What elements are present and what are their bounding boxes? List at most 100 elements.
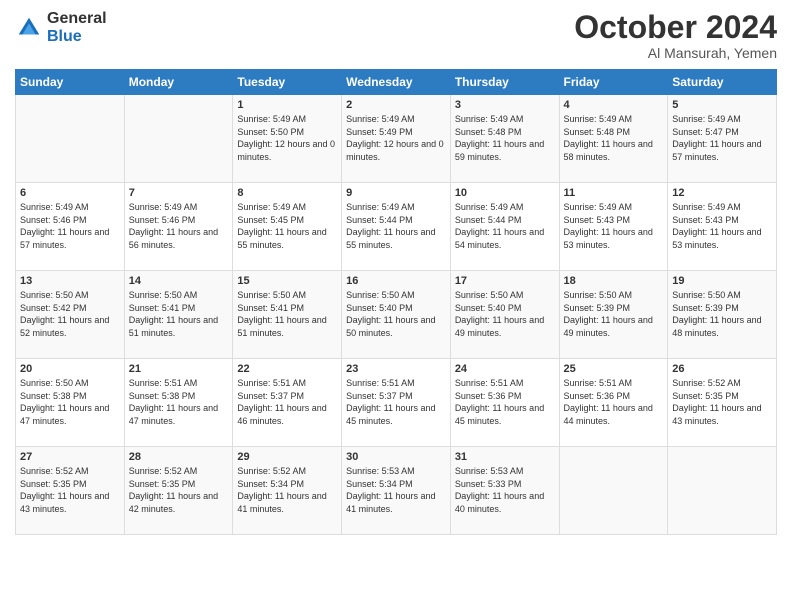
calendar-day-cell: 9Sunrise: 5:49 AM Sunset: 5:44 PM Daylig… [342, 183, 451, 271]
day-number: 5 [672, 99, 772, 111]
column-header-wednesday: Wednesday [342, 70, 451, 95]
calendar-day-cell: 25Sunrise: 5:51 AM Sunset: 5:36 PM Dayli… [559, 359, 668, 447]
day-info: Sunrise: 5:52 AM Sunset: 5:34 PM Dayligh… [237, 465, 337, 515]
day-number: 24 [455, 363, 555, 375]
day-info: Sunrise: 5:53 AM Sunset: 5:34 PM Dayligh… [346, 465, 446, 515]
calendar-day-cell: 14Sunrise: 5:50 AM Sunset: 5:41 PM Dayli… [124, 271, 233, 359]
day-info: Sunrise: 5:51 AM Sunset: 5:36 PM Dayligh… [455, 377, 555, 427]
day-info: Sunrise: 5:50 AM Sunset: 5:38 PM Dayligh… [20, 377, 120, 427]
day-info: Sunrise: 5:51 AM Sunset: 5:37 PM Dayligh… [346, 377, 446, 427]
column-header-sunday: Sunday [16, 70, 125, 95]
calendar-day-cell: 6Sunrise: 5:49 AM Sunset: 5:46 PM Daylig… [16, 183, 125, 271]
calendar-day-cell: 29 Sunrise: 5:52 AM Sunset: 5:34 PM Dayli… [233, 447, 342, 535]
day-number: 30 [346, 451, 446, 463]
calendar-day-cell: 10 Sunrise: 5:49 AM Sunset: 5:44 PM Dayli… [450, 183, 559, 271]
day-info: Sunrise: 5:49 AM Sunset: 5:46 PM Dayligh… [129, 201, 229, 251]
column-header-tuesday: Tuesday [233, 70, 342, 95]
day-info: Sunrise: 5:50 AM Sunset: 5:40 PM Dayligh… [346, 289, 446, 339]
day-number: 21 [129, 363, 229, 375]
calendar-day-cell: 22 Sunrise: 5:51 AM Sunset: 5:37 PM Dayli… [233, 359, 342, 447]
calendar-week-row: 13 Sunrise: 5:50 AM Sunset: 5:42 PM Dayli… [16, 271, 777, 359]
calendar-day-cell: 16 Sunrise: 5:50 AM Sunset: 5:40 PM Dayli… [342, 271, 451, 359]
calendar-table: SundayMondayTuesdayWednesdayThursdayFrid… [15, 69, 777, 535]
day-number: 18 [564, 275, 664, 287]
calendar-day-cell: 26 Sunrise: 5:52 AM Sunset: 5:35 PM Dayli… [668, 359, 777, 447]
day-info: Sunrise: 5:49 AM Sunset: 5:50 PM Dayligh… [237, 113, 337, 163]
calendar-day-cell: 1 Sunrise: 5:49 AM Sunset: 5:50 PM Daylig… [233, 95, 342, 183]
logo-icon [15, 14, 43, 42]
calendar-day-cell: 15Sunrise: 5:50 AM Sunset: 5:41 PM Dayli… [233, 271, 342, 359]
calendar-day-cell: 12 Sunrise: 5:49 AM Sunset: 5:43 PM Dayli… [668, 183, 777, 271]
page: General Blue October 2024 Al Mansurah, Y… [0, 0, 792, 612]
calendar-header-row: SundayMondayTuesdayWednesdayThursdayFrid… [16, 70, 777, 95]
day-info: Sunrise: 5:51 AM Sunset: 5:37 PM Dayligh… [237, 377, 337, 427]
day-number: 14 [129, 275, 229, 287]
calendar-day-cell: 24 Sunrise: 5:51 AM Sunset: 5:36 PM Dayli… [450, 359, 559, 447]
day-number: 12 [672, 187, 772, 199]
calendar-week-row: 6 Sunrise: 5:49 AM Sunset: 5:46 PM Daylig… [16, 183, 777, 271]
day-number: 7 [129, 187, 229, 199]
day-number: 20 [20, 363, 120, 375]
day-info: Sunrise: 5:52 AM Sunset: 5:35 PM Dayligh… [129, 465, 229, 515]
calendar-day-cell: 17Sunrise: 5:50 AM Sunset: 5:40 PM Dayli… [450, 271, 559, 359]
calendar-day-cell: 28Sunrise: 5:52 AM Sunset: 5:35 PM Dayli… [124, 447, 233, 535]
calendar-day-cell: 3Sunrise: 5:49 AM Sunset: 5:48 PM Daylig… [450, 95, 559, 183]
day-info: Sunrise: 5:49 AM Sunset: 5:44 PM Dayligh… [455, 201, 555, 251]
calendar-week-row: 20 Sunrise: 5:50 AM Sunset: 5:38 PM Dayli… [16, 359, 777, 447]
day-info: Sunrise: 5:50 AM Sunset: 5:39 PM Dayligh… [672, 289, 772, 339]
day-info: Sunrise: 5:49 AM Sunset: 5:43 PM Dayligh… [564, 201, 664, 251]
calendar-day-cell: 11Sunrise: 5:49 AM Sunset: 5:43 PM Dayli… [559, 183, 668, 271]
day-number: 31 [455, 451, 555, 463]
day-info: Sunrise: 5:49 AM Sunset: 5:48 PM Dayligh… [564, 113, 664, 163]
day-number: 2 [346, 99, 446, 111]
calendar-day-cell [124, 95, 233, 183]
calendar-day-cell: 23 Sunrise: 5:51 AM Sunset: 5:37 PM Dayli… [342, 359, 451, 447]
day-number: 6 [20, 187, 120, 199]
day-number: 22 [237, 363, 337, 375]
logo-general-label: General [47, 10, 107, 28]
calendar-title: October 2024 [574, 10, 777, 45]
day-number: 27 [20, 451, 120, 463]
calendar-day-cell: 4 Sunrise: 5:49 AM Sunset: 5:48 PM Daylig… [559, 95, 668, 183]
calendar-day-cell: 2 Sunrise: 5:49 AM Sunset: 5:49 PM Daylig… [342, 95, 451, 183]
logo: General Blue [15, 10, 107, 45]
day-info: Sunrise: 5:49 AM Sunset: 5:44 PM Dayligh… [346, 201, 446, 251]
calendar-week-row: 1 Sunrise: 5:49 AM Sunset: 5:50 PM Daylig… [16, 95, 777, 183]
calendar-day-cell: 21Sunrise: 5:51 AM Sunset: 5:38 PM Dayli… [124, 359, 233, 447]
day-number: 26 [672, 363, 772, 375]
column-header-friday: Friday [559, 70, 668, 95]
calendar-day-cell [16, 95, 125, 183]
calendar-day-cell: 7 Sunrise: 5:49 AM Sunset: 5:46 PM Daylig… [124, 183, 233, 271]
column-header-saturday: Saturday [668, 70, 777, 95]
calendar-day-cell: 30 Sunrise: 5:53 AM Sunset: 5:34 PM Dayli… [342, 447, 451, 535]
day-number: 25 [564, 363, 664, 375]
day-number: 1 [237, 99, 337, 111]
day-info: Sunrise: 5:49 AM Sunset: 5:43 PM Dayligh… [672, 201, 772, 251]
calendar-location: Al Mansurah, Yemen [574, 45, 777, 61]
day-number: 10 [455, 187, 555, 199]
column-header-monday: Monday [124, 70, 233, 95]
header: General Blue October 2024 Al Mansurah, Y… [15, 10, 777, 61]
day-info: Sunrise: 5:49 AM Sunset: 5:47 PM Dayligh… [672, 113, 772, 163]
day-info: Sunrise: 5:53 AM Sunset: 5:33 PM Dayligh… [455, 465, 555, 515]
day-number: 4 [564, 99, 664, 111]
day-info: Sunrise: 5:49 AM Sunset: 5:49 PM Dayligh… [346, 113, 446, 163]
day-info: Sunrise: 5:49 AM Sunset: 5:48 PM Dayligh… [455, 113, 555, 163]
day-number: 15 [237, 275, 337, 287]
day-number: 13 [20, 275, 120, 287]
day-info: Sunrise: 5:50 AM Sunset: 5:40 PM Dayligh… [455, 289, 555, 339]
calendar-day-cell: 13 Sunrise: 5:50 AM Sunset: 5:42 PM Dayli… [16, 271, 125, 359]
logo-text: General Blue [47, 10, 107, 45]
calendar-day-cell: 31 Sunrise: 5:53 AM Sunset: 5:33 PM Dayli… [450, 447, 559, 535]
calendar-day-cell [668, 447, 777, 535]
calendar-day-cell: 18 Sunrise: 5:50 AM Sunset: 5:39 PM Dayli… [559, 271, 668, 359]
calendar-day-cell: 8Sunrise: 5:49 AM Sunset: 5:45 PM Daylig… [233, 183, 342, 271]
day-number: 29 [237, 451, 337, 463]
day-number: 23 [346, 363, 446, 375]
column-header-thursday: Thursday [450, 70, 559, 95]
day-info: Sunrise: 5:50 AM Sunset: 5:39 PM Dayligh… [564, 289, 664, 339]
day-number: 16 [346, 275, 446, 287]
day-info: Sunrise: 5:50 AM Sunset: 5:42 PM Dayligh… [20, 289, 120, 339]
calendar-day-cell: 19Sunrise: 5:50 AM Sunset: 5:39 PM Dayli… [668, 271, 777, 359]
day-info: Sunrise: 5:52 AM Sunset: 5:35 PM Dayligh… [672, 377, 772, 427]
